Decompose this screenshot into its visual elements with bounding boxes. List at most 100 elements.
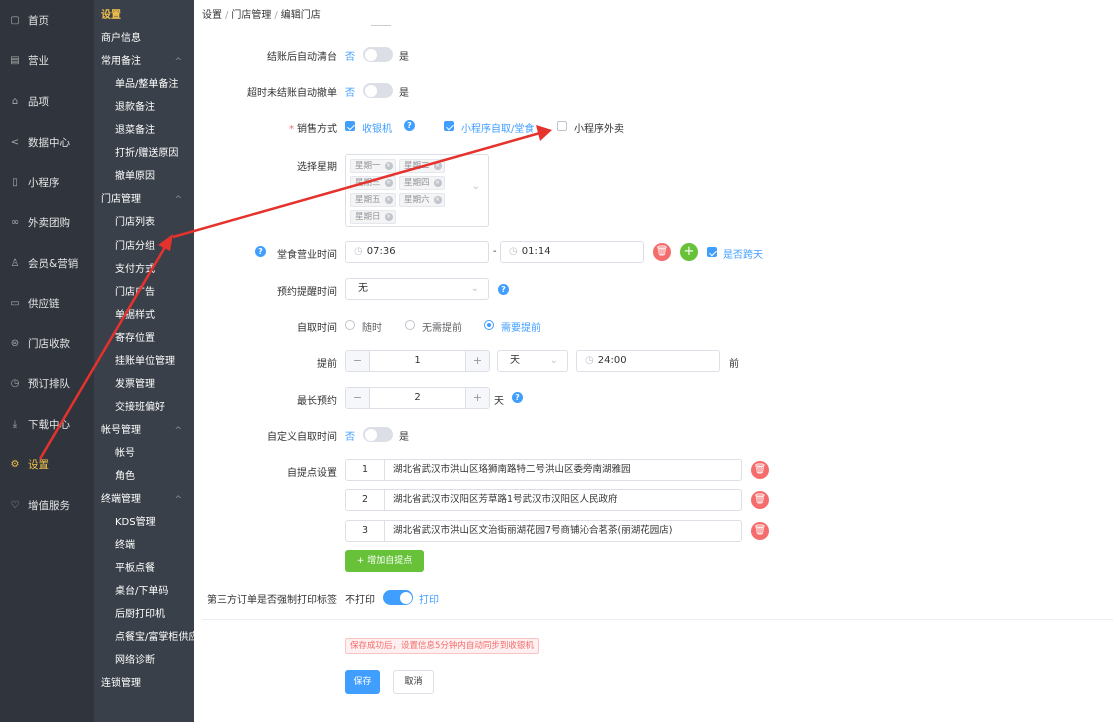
submenu-item[interactable]: 单品/整单备注 xyxy=(94,75,194,95)
submenu-item[interactable]: 挂账单位管理 xyxy=(94,352,194,372)
submenu-item[interactable]: 支付方式 xyxy=(94,260,194,280)
pickup-point-row[interactable]: 1 湖北省武汉市洪山区珞狮南路特二号洪山区委旁南湖雅园 xyxy=(345,459,742,481)
cancel-button[interactable]: 取消 xyxy=(393,670,434,694)
nav-settings[interactable]: ⚙ 设置 xyxy=(0,452,94,476)
submenu-group[interactable]: 门店管理 ^ xyxy=(94,190,194,210)
pickup-anytime-label[interactable]: 随时 xyxy=(362,319,382,334)
submenu-item[interactable]: 后厨打印机 xyxy=(94,605,194,625)
delete-pickup-point-icon[interactable]: 🗑 xyxy=(751,461,769,479)
submenu-item[interactable]: 退菜备注 xyxy=(94,121,194,141)
sales-help-icon[interactable]: ? xyxy=(404,120,415,131)
clock-icon: ◷ xyxy=(10,377,20,389)
submenu-item[interactable]: 角色 xyxy=(94,467,194,487)
submenu-item[interactable]: 点餐宝/富掌柜供应 xyxy=(94,628,194,648)
dine-start-time-input[interactable]: ◷ 07:36 xyxy=(345,241,489,263)
delete-pickup-point-icon[interactable]: 🗑 xyxy=(751,491,769,509)
submenu-item[interactable]: 寄存位置 xyxy=(94,329,194,349)
submenu-item[interactable]: 退款备注 xyxy=(94,98,194,118)
nav-gift[interactable]: ♡ 增值服务 xyxy=(0,493,94,517)
delete-pickup-point-icon[interactable]: 🗑 xyxy=(751,522,769,540)
advance-unit-select[interactable]: 天 ⌄ xyxy=(497,350,568,372)
submenu-item[interactable]: 单据样式 xyxy=(94,306,194,326)
nav-phone[interactable]: ▯ 小程序 xyxy=(0,170,94,194)
tag-close-icon[interactable]: × xyxy=(384,196,393,204)
tag-close-icon[interactable]: × xyxy=(384,179,393,187)
nav-label: 设置 xyxy=(28,458,49,471)
nav-cashier[interactable]: ⊜ 门店收款 xyxy=(0,331,94,355)
auto-cancel-switch[interactable] xyxy=(363,83,393,98)
delete-time-icon[interactable]: 🗑 xyxy=(653,243,671,261)
nav-clock[interactable]: ◷ 预订排队 xyxy=(0,371,94,395)
submenu-item[interactable]: 门店分组 xyxy=(94,237,194,257)
pickup-no-advance-label[interactable]: 无需提前 xyxy=(422,319,462,334)
submenu-label: 寄存位置 xyxy=(115,332,155,344)
max-booking-plus-button[interactable]: + xyxy=(465,388,489,408)
add-pickup-point-button[interactable]: + 增加自提点 xyxy=(345,550,424,572)
submenu-item[interactable]: 帐号 xyxy=(94,444,194,464)
tag-close-icon[interactable]: × xyxy=(433,179,442,187)
nav-download[interactable]: ⤓ 下载中心 xyxy=(0,412,94,436)
save-button[interactable]: 保存 xyxy=(345,670,380,694)
auto-clear-switch[interactable] xyxy=(363,47,393,62)
submenu-item[interactable]: KDS管理 xyxy=(94,513,194,533)
nav-share[interactable]: < 数据中心 xyxy=(0,130,94,154)
submenu-item[interactable]: 平板点餐 xyxy=(94,559,194,579)
sales-pos-checkbox[interactable] xyxy=(345,121,355,131)
nav-home[interactable]: ▢ 首页 xyxy=(0,8,94,32)
max-booking-help-icon[interactable]: ? xyxy=(512,392,523,403)
main-sidebar: ▢ 首页 ▤ 营业 ⌂ 品项 < 数据中心 ▯ 小程序 ∞ 外卖团购 ♙ 会员&营销 ▭ 供应链 ⊜ 门店收款 ◷ 预… xyxy=(0,0,94,722)
cross-day-label[interactable]: 是否跨天 xyxy=(723,246,763,261)
advance-plus-button[interactable]: + xyxy=(465,351,489,371)
advance-stepper[interactable]: − 1 + xyxy=(345,350,490,372)
tag-close-icon[interactable]: × xyxy=(384,162,393,170)
tag-close-icon[interactable]: × xyxy=(433,162,442,170)
pickup-advance-radio[interactable] xyxy=(484,320,494,330)
advance-time-input[interactable]: ◷ 24:00 xyxy=(576,350,720,372)
weekday-select[interactable]: 星期一 × 星期二 × 星期三 × 星期四 × 星期五 × 星期六 × 星期日 × ⌄ xyxy=(345,154,489,227)
sales-pos-label[interactable]: 收银机 xyxy=(362,120,392,135)
tag-close-icon[interactable]: × xyxy=(433,196,442,204)
submenu-item[interactable]: 发票管理 xyxy=(94,375,194,395)
breadcrumb-settings[interactable]: 设置 xyxy=(202,10,222,21)
add-time-button[interactable]: + xyxy=(680,243,698,261)
pickup-point-row[interactable]: 3 湖北省武汉市洪山区文治街丽湖花园7号商铺沁合茗茶(丽湖花园店) xyxy=(345,520,742,542)
nav-business[interactable]: ▤ 营业 xyxy=(0,48,94,72)
sales-miniapp-pickup-checkbox[interactable] xyxy=(444,121,454,131)
pickup-no-advance-radio[interactable] xyxy=(405,320,415,330)
submenu-group[interactable]: 商户信息 xyxy=(94,29,194,49)
sales-miniapp-delivery-label[interactable]: 小程序外卖 xyxy=(574,120,624,135)
submenu-item[interactable]: 打折/赠送原因 xyxy=(94,144,194,164)
submenu-item[interactable]: 网络诊断 xyxy=(94,651,194,671)
dine-end-time-input[interactable]: ◷ 01:14 xyxy=(500,241,644,263)
tag-close-icon[interactable]: × xyxy=(384,213,393,221)
nav-user[interactable]: ♙ 会员&营销 xyxy=(0,251,94,275)
max-booking-stepper[interactable]: − 2 + xyxy=(345,387,490,409)
sales-miniapp-delivery-checkbox[interactable] xyxy=(557,121,567,131)
force-print-switch[interactable] xyxy=(383,590,413,605)
submenu-item[interactable]: 终端 xyxy=(94,536,194,556)
advance-minus-button[interactable]: − xyxy=(346,351,370,371)
nav-truck[interactable]: ▭ 供应链 xyxy=(0,291,94,315)
sales-miniapp-pickup-label[interactable]: 小程序自取/堂食 xyxy=(461,120,534,135)
nav-delivery[interactable]: ∞ 外卖团购 xyxy=(0,210,94,234)
submenu-item[interactable]: 交接班偏好 xyxy=(94,398,194,418)
submenu-label: 帐号管理 xyxy=(101,424,141,436)
cross-day-checkbox[interactable] xyxy=(707,247,717,257)
breadcrumb-store-management[interactable]: 门店管理 xyxy=(231,10,271,21)
custom-pickup-switch[interactable] xyxy=(363,427,393,442)
submenu-group[interactable]: 常用备注 ^ xyxy=(94,52,194,72)
reminder-help-icon[interactable]: ? xyxy=(498,284,509,295)
max-booking-minus-button[interactable]: − xyxy=(346,388,370,408)
submenu-group[interactable]: 帐号管理 ^ xyxy=(94,421,194,441)
submenu-group[interactable]: 终端管理 ^ xyxy=(94,490,194,510)
reminder-select[interactable]: 无 ⌄ xyxy=(345,278,489,300)
submenu-group[interactable]: 连锁管理 xyxy=(94,674,194,694)
submenu-item[interactable]: 门店广告 xyxy=(94,283,194,303)
custom-pickup-off-text: 否 xyxy=(345,432,355,443)
submenu-item[interactable]: 门店列表 xyxy=(94,213,194,233)
nav-product[interactable]: ⌂ 品项 xyxy=(0,89,94,113)
pickup-anytime-radio[interactable] xyxy=(345,320,355,330)
pickup-point-row[interactable]: 2 湖北省武汉市汉阳区芳草路1号武汉市汉阳区人民政府 xyxy=(345,489,742,511)
submenu-item[interactable]: 撤单原因 xyxy=(94,167,194,187)
pickup-advance-label[interactable]: 需要提前 xyxy=(501,319,541,334)
